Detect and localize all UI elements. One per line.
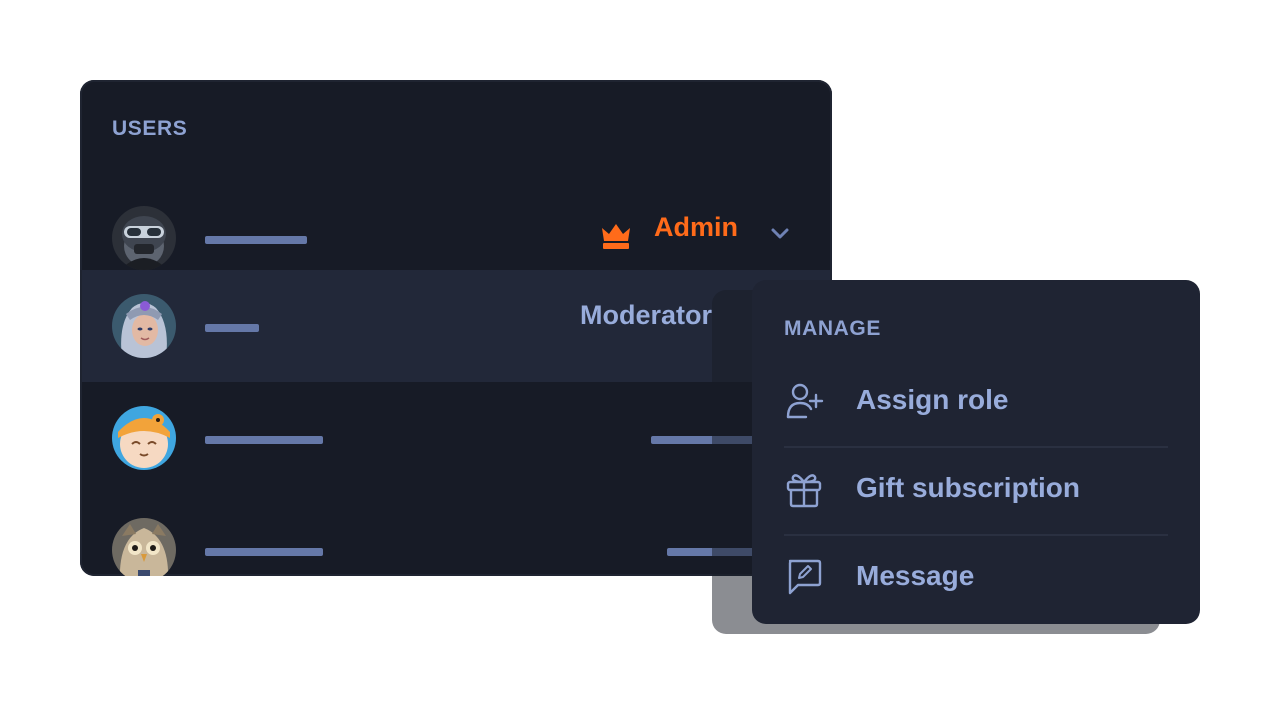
user-plus-icon: [786, 383, 824, 419]
manage-menu: MANAGE Assign role Gift subscription Mes…: [752, 280, 1200, 624]
gift-subscription-menu-item[interactable]: Gift subscription: [784, 448, 1168, 536]
assign-role-menu-item[interactable]: Assign role: [784, 360, 1168, 448]
soldier-avatar[interactable]: [112, 206, 176, 270]
username-placeholder: [205, 436, 323, 444]
username-placeholder: [205, 324, 259, 332]
manage-menu-title: MANAGE: [784, 317, 881, 340]
role-label: Admin: [654, 212, 738, 242]
gift-subscription-label: Gift subscription: [856, 472, 1080, 503]
chevron-down-icon[interactable]: [768, 222, 792, 246]
role-label: Moderator: [580, 300, 713, 330]
warrior-avatar[interactable]: [112, 294, 176, 358]
cat-avatar[interactable]: [112, 406, 176, 470]
message-edit-icon: [788, 559, 822, 595]
assign-role-label: Assign role: [856, 384, 1009, 415]
message-menu-item[interactable]: Message: [784, 536, 1168, 624]
users-panel-title: USERS: [112, 117, 188, 140]
username-placeholder: [205, 548, 323, 556]
message-label: Message: [856, 560, 975, 591]
gift-icon: [786, 474, 822, 508]
crown-icon: [602, 224, 630, 249]
owl-avatar[interactable]: [112, 518, 176, 576]
username-placeholder: [205, 236, 307, 244]
